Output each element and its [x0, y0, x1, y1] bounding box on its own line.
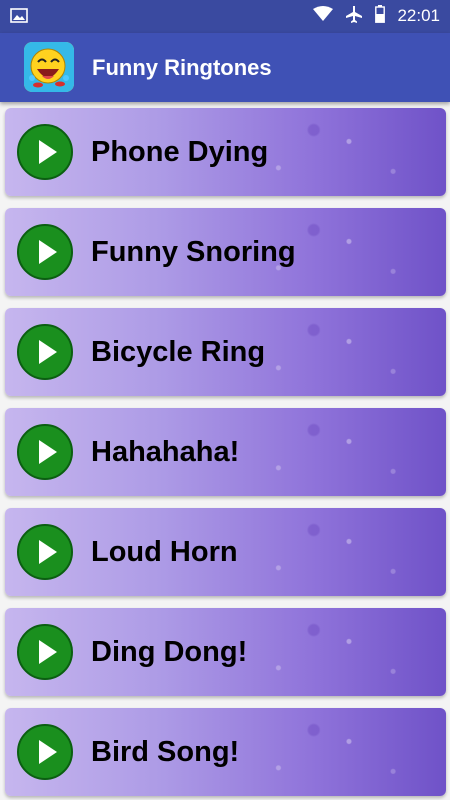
ringtone-item[interactable]: Phone Dying	[5, 108, 446, 196]
ringtone-label: Bicycle Ring	[91, 336, 266, 368]
ringtone-label: Hahahaha!	[91, 436, 240, 468]
status-time: 22:01	[397, 6, 440, 25]
ringtone-label: Bird Song!	[91, 736, 240, 768]
ringtone-label: Loud Horn	[91, 536, 238, 568]
ringtone-label: Phone Dying	[91, 136, 269, 168]
play-icon[interactable]	[17, 124, 73, 180]
play-icon[interactable]	[17, 224, 73, 280]
image-icon	[10, 8, 28, 23]
ringtone-item[interactable]: Ding Dong!	[5, 608, 446, 696]
app-title: Funny Ringtones	[92, 55, 272, 80]
ringtone-label: Funny Snoring	[91, 236, 296, 268]
laughing-face-icon	[24, 42, 74, 92]
play-icon[interactable]	[17, 324, 73, 380]
ringtone-item[interactable]: Hahahaha!	[5, 408, 446, 496]
wifi-icon	[313, 5, 334, 27]
airplane-icon	[345, 5, 363, 28]
play-icon[interactable]	[17, 624, 73, 680]
ringtone-label: Ding Dong!	[91, 636, 248, 668]
play-icon[interactable]	[17, 524, 73, 580]
play-icon[interactable]	[17, 424, 73, 480]
battery-icon	[375, 4, 386, 28]
app-bar: Funny Ringtones	[0, 33, 450, 102]
ringtone-item[interactable]: Funny Snoring	[5, 208, 446, 296]
play-icon[interactable]	[17, 724, 73, 780]
status-bar: 22:01	[0, 0, 450, 33]
ringtone-item[interactable]: Bicycle Ring	[5, 308, 446, 396]
ringtone-item[interactable]: Bird Song!	[5, 708, 446, 796]
ringtone-item[interactable]: Loud Horn	[5, 508, 446, 596]
